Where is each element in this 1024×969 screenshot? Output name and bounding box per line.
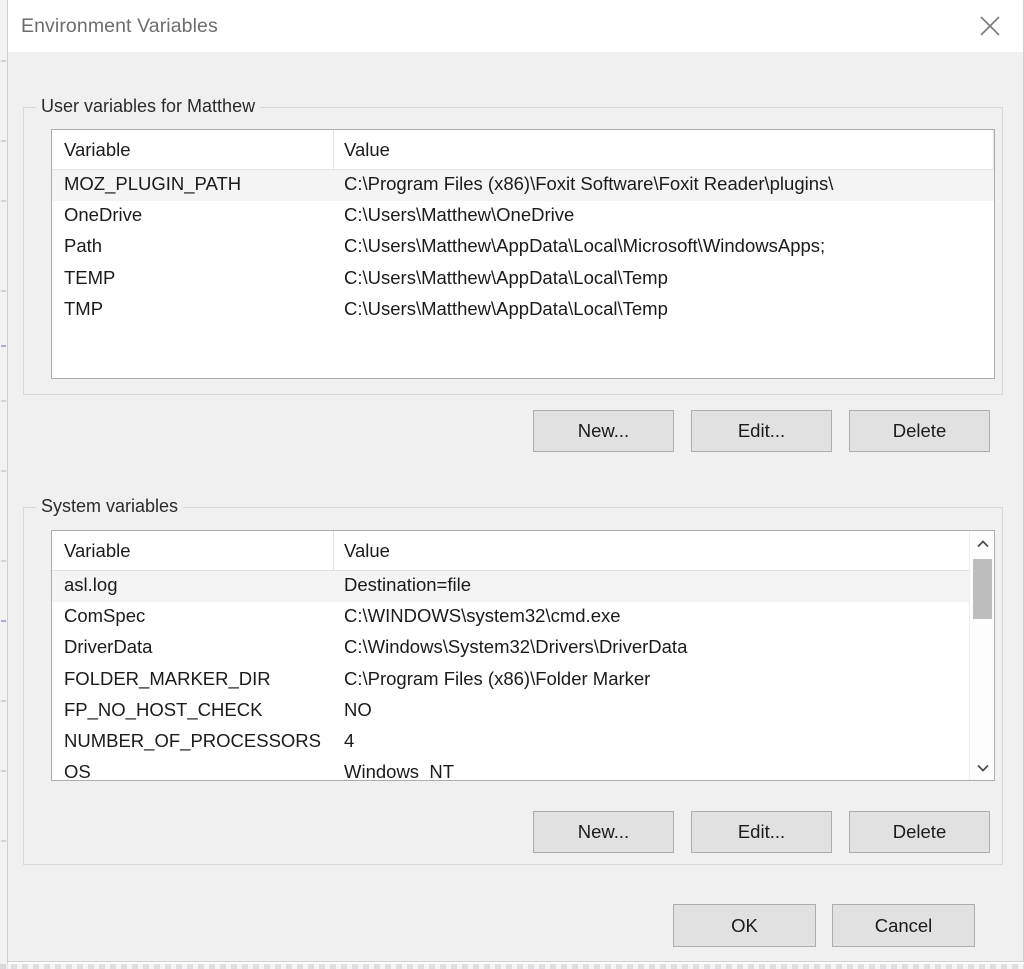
user-row-value: C:\Users\Matthew\AppData\Local\Microsoft… <box>344 235 826 257</box>
window-title: Environment Variables <box>21 15 218 37</box>
system-variables-list[interactable]: Variable Value asl.log Destination=file … <box>51 530 995 781</box>
chevron-down-icon[interactable] <box>970 755 994 780</box>
user-row-variable: Path <box>64 235 103 257</box>
user-row-value: C:\Users\Matthew\OneDrive <box>344 204 575 226</box>
system-row-value: 4 <box>344 729 355 751</box>
user-row-variable: OneDrive <box>64 204 143 226</box>
table-row[interactable]: OneDrive C:\Users\Matthew\OneDrive <box>52 201 994 232</box>
background-window-bottom-edge <box>0 964 1024 969</box>
user-list-header: Variable Value <box>52 130 994 170</box>
system-row-value: C:\Program Files (x86)\Folder Marker <box>344 667 651 689</box>
user-variables-group: User variables for Matthew Variable Valu… <box>23 96 1003 395</box>
system-row-variable: FOLDER_MARKER_DIR <box>64 667 271 689</box>
system-column-variable[interactable]: Variable <box>64 540 131 562</box>
system-row-variable: OS <box>64 761 91 781</box>
close-icon[interactable] <box>957 0 1023 52</box>
user-variables-list[interactable]: Variable Value MOZ_PLUGIN_PATH C:\Progra… <box>51 129 995 379</box>
table-row[interactable]: OS Windows_NT <box>52 758 994 781</box>
scroll-thumb[interactable] <box>973 559 992 619</box>
title-bar: Environment Variables <box>8 0 1023 53</box>
table-row[interactable]: FP_NO_HOST_CHECK NO <box>52 696 994 727</box>
cancel-button[interactable]: Cancel <box>832 904 975 947</box>
system-row-value: Windows_NT <box>344 761 454 781</box>
system-edit-button[interactable]: Edit... <box>691 811 832 853</box>
table-row[interactable]: DriverData C:\Windows\System32\Drivers\D… <box>52 633 994 664</box>
user-edit-button[interactable]: Edit... <box>691 410 832 452</box>
table-row[interactable]: asl.log Destination=file <box>52 571 994 603</box>
user-header-end-divider <box>993 130 994 169</box>
table-row[interactable]: Path C:\Users\Matthew\AppData\Local\Micr… <box>52 232 994 263</box>
system-column-value[interactable]: Value <box>344 540 390 562</box>
user-row-variable: TMP <box>64 297 104 319</box>
user-row-variable: MOZ_PLUGIN_PATH <box>64 173 242 194</box>
ok-button[interactable]: OK <box>673 904 816 947</box>
user-row-value: C:\Users\Matthew\AppData\Local\Temp <box>344 266 668 288</box>
user-row-value: C:\Program Files (x86)\Foxit Software\Fo… <box>344 173 834 194</box>
user-column-variable[interactable]: Variable <box>64 139 131 161</box>
system-new-button[interactable]: New... <box>533 811 674 853</box>
system-list-scrollbar[interactable] <box>969 531 994 780</box>
system-list-header: Variable Value <box>52 531 994 571</box>
user-row-variable: TEMP <box>64 266 116 288</box>
user-variables-legend: User variables for Matthew <box>36 96 261 117</box>
system-row-value: Destination=file <box>344 574 472 595</box>
table-row[interactable]: FOLDER_MARKER_DIR C:\Program Files (x86)… <box>52 665 994 696</box>
chevron-up-icon[interactable] <box>970 531 994 556</box>
user-delete-button[interactable]: Delete <box>849 410 990 452</box>
system-row-value: NO <box>344 698 372 720</box>
table-row[interactable]: ComSpec C:\WINDOWS\system32\cmd.exe <box>52 602 994 633</box>
user-header-divider[interactable] <box>333 130 334 169</box>
table-row[interactable]: TMP C:\Users\Matthew\AppData\Local\Temp <box>52 295 994 326</box>
system-row-variable: DriverData <box>64 636 153 658</box>
system-row-value: C:\WINDOWS\system32\cmd.exe <box>344 605 621 627</box>
system-row-variable: asl.log <box>64 574 118 595</box>
table-row[interactable]: TEMP C:\Users\Matthew\AppData\Local\Temp <box>52 264 994 295</box>
system-row-value: C:\Windows\System32\Drivers\DriverData <box>344 636 688 658</box>
environment-variables-dialog: Environment Variables User variables for… <box>7 0 1024 962</box>
system-header-divider[interactable] <box>333 531 334 570</box>
user-new-button[interactable]: New... <box>533 410 674 452</box>
system-delete-button[interactable]: Delete <box>849 811 990 853</box>
system-row-variable: NUMBER_OF_PROCESSORS <box>64 729 321 751</box>
system-variables-legend: System variables <box>36 496 184 517</box>
system-row-variable: FP_NO_HOST_CHECK <box>64 698 263 720</box>
user-row-value: C:\Users\Matthew\AppData\Local\Temp <box>344 297 668 319</box>
table-row[interactable]: MOZ_PLUGIN_PATH C:\Program Files (x86)\F… <box>52 170 994 202</box>
table-row[interactable]: NUMBER_OF_PROCESSORS 4 <box>52 727 994 758</box>
user-column-value[interactable]: Value <box>344 139 390 161</box>
system-row-variable: ComSpec <box>64 605 146 627</box>
